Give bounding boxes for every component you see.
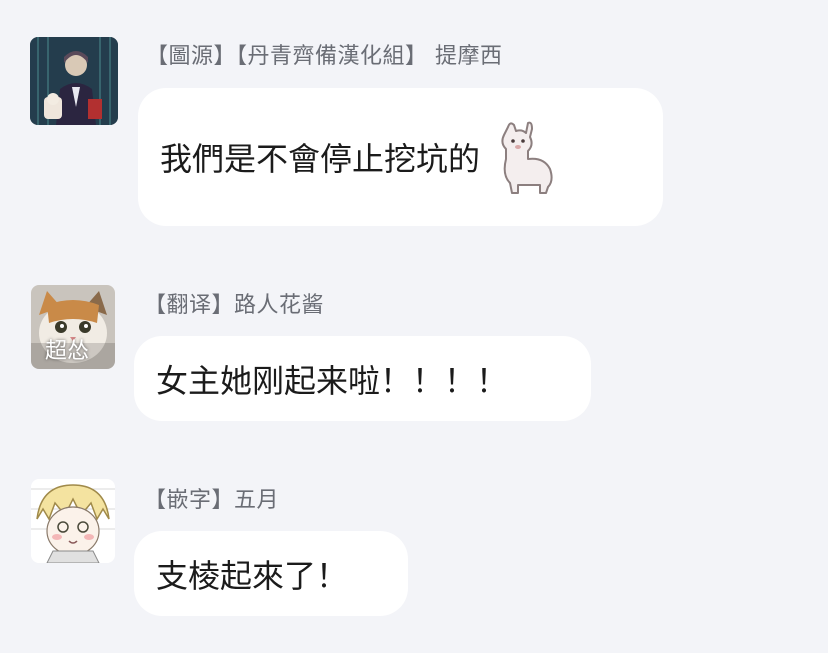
message-text: 我們是不會停止挖坑的 <box>160 140 481 178</box>
message-bubble[interactable]: 女主她刚起来啦！！！！ <box>134 336 591 421</box>
message-text: 女主她刚起来啦！！！！ <box>156 361 509 400</box>
avatar-caption: 超怂 <box>45 339 90 364</box>
chat-conversation: 【圖源】【丹青齊備漢化組】 提摩西 我們是不會停止挖坑的 超怂 【翻译】路人花酱… <box>0 0 828 653</box>
message-bubble[interactable]: 支棱起來了！ <box>134 531 408 616</box>
avatar-timothy[interactable] <box>30 37 118 125</box>
avatar-wuyue[interactable] <box>31 479 115 563</box>
sender-name: 【圖源】【丹青齊備漢化組】 提摩西 <box>146 44 503 69</box>
alpaca-sticker-icon <box>501 121 553 194</box>
avatar-lurenhuajiang[interactable]: 超怂 <box>31 285 115 369</box>
message-text: 支棱起來了！ <box>156 556 349 595</box>
anime-character-avatar-icon <box>30 37 118 125</box>
sender-name: 【嵌字】五月 <box>144 488 280 513</box>
blonde-character-avatar-icon <box>31 479 115 563</box>
sender-name: 【翻译】路人花酱 <box>144 293 325 318</box>
message-bubble[interactable]: 我們是不會停止挖坑的 <box>138 88 663 226</box>
